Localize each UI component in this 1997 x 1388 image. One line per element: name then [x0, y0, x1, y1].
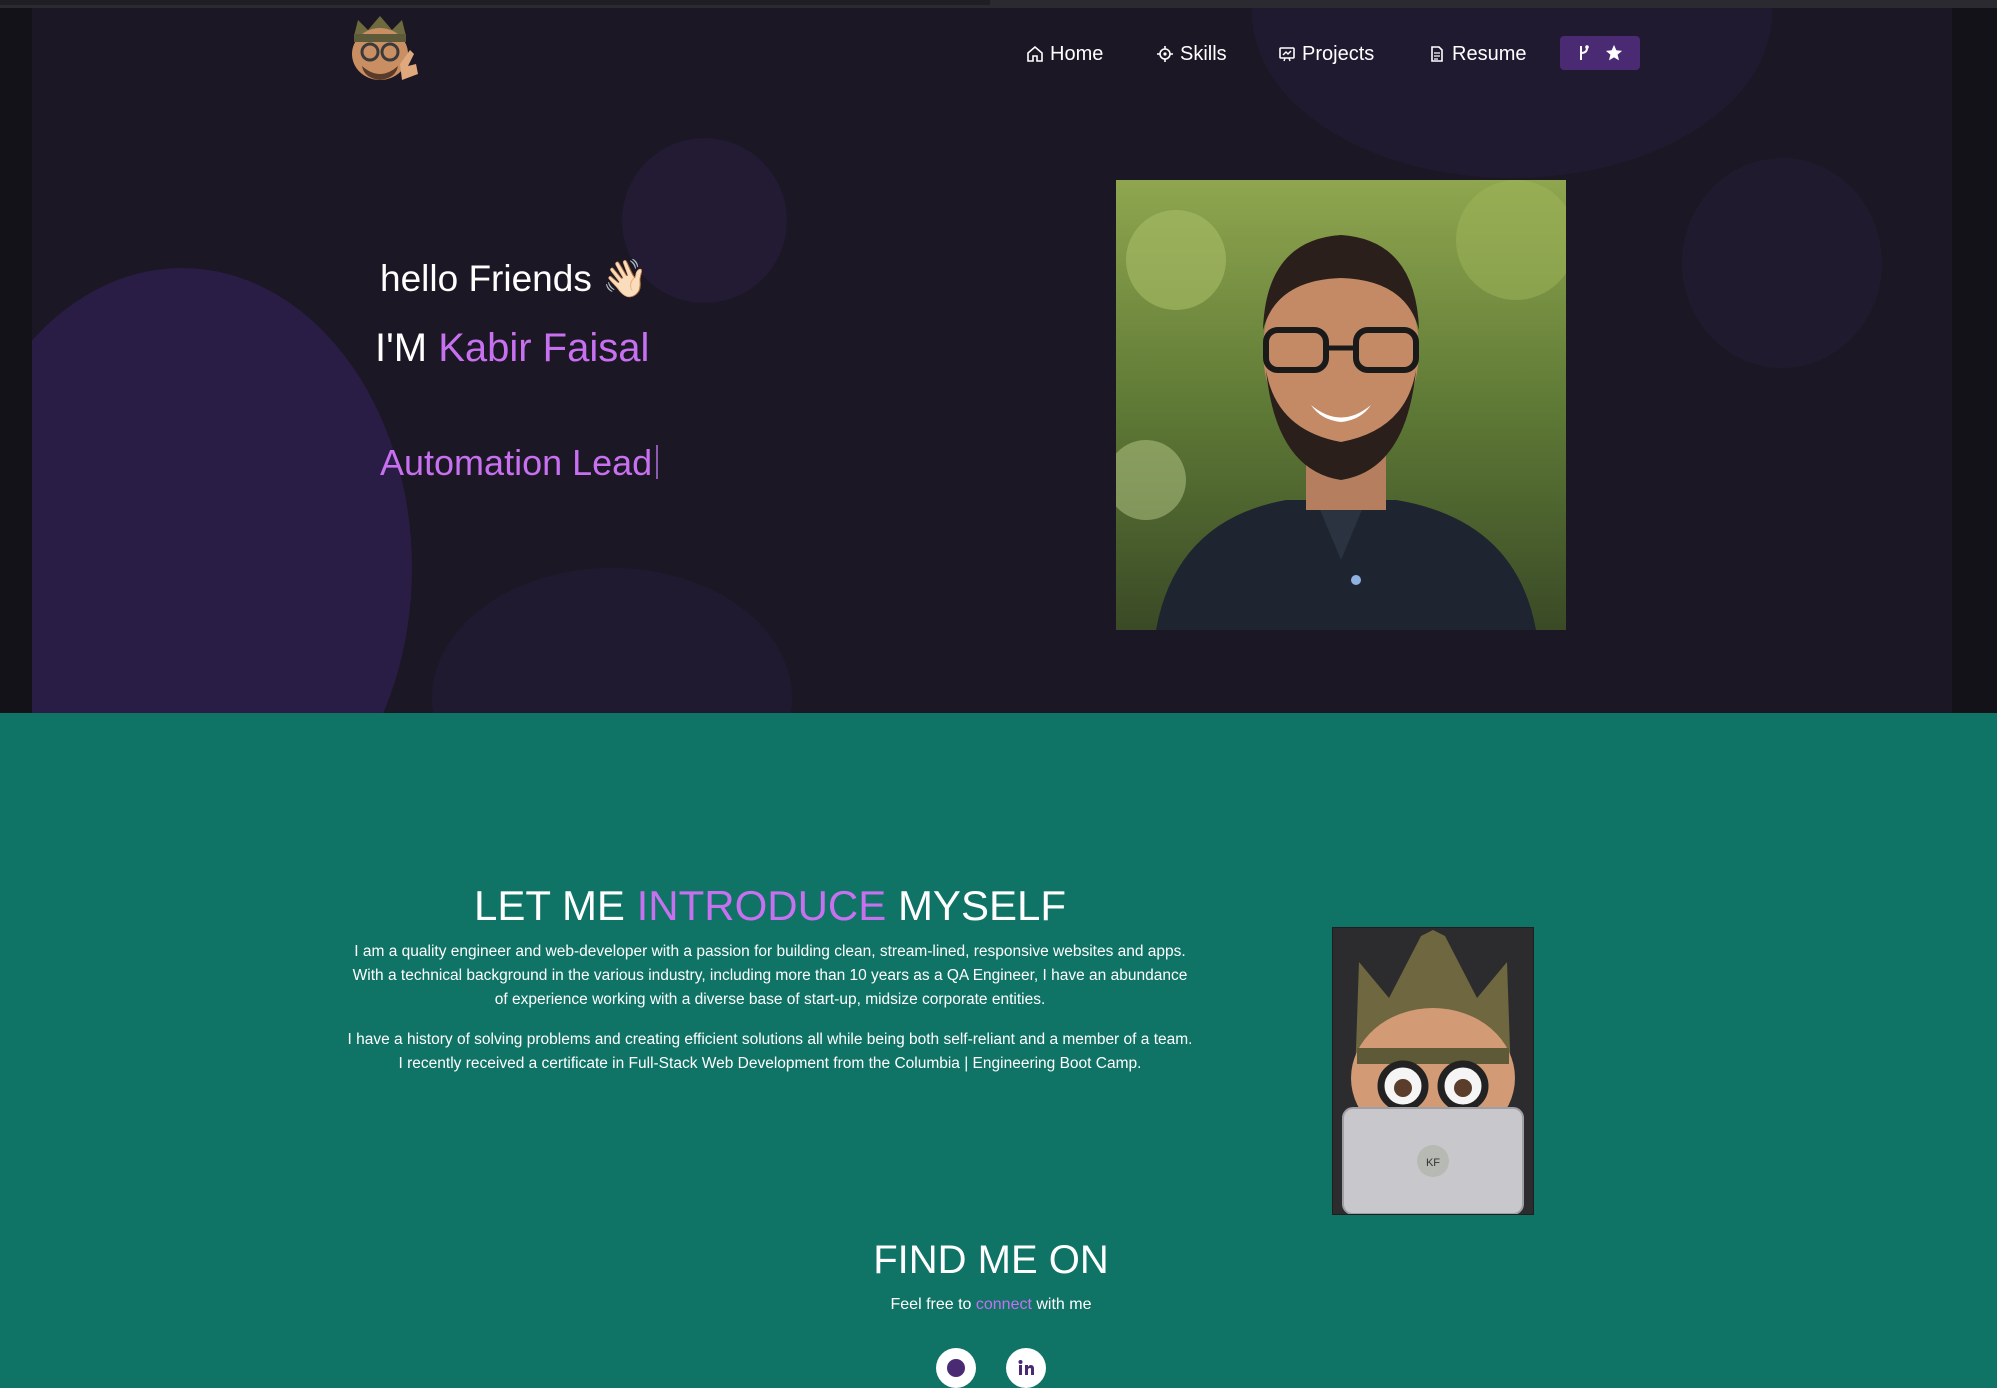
linkedin-icon	[1018, 1360, 1034, 1375]
skills-icon	[1157, 46, 1173, 62]
top-bar-segment	[0, 0, 990, 5]
find-me-subtitle: Feel free to connect with me	[0, 1296, 1982, 1314]
nav-skills[interactable]: Skills	[1156, 36, 1227, 72]
resume-icon	[1431, 46, 1443, 62]
nav-home-label: Home	[1050, 42, 1104, 65]
role-text: Automation Lead	[380, 442, 653, 483]
hero-section	[0, 8, 1997, 713]
top-navigation: Home Skills Projects Resume	[0, 36, 1997, 74]
greeting-text: hello Friends	[380, 258, 592, 299]
nav-skills-label: Skills	[1180, 42, 1227, 65]
intro-title-highlight: INTRODUCE	[636, 882, 887, 929]
home-icon	[1027, 45, 1043, 62]
background-blob	[1682, 158, 1882, 368]
hero-background	[32, 8, 1952, 713]
github-icon	[947, 1359, 965, 1377]
intro-title-part2: MYSELF	[886, 882, 1066, 929]
nav-home[interactable]: Home	[1026, 36, 1103, 72]
laptop-initials: KF	[1426, 1157, 1440, 1169]
fork-icon	[1580, 45, 1589, 60]
laptop-avatar: KF	[1332, 927, 1534, 1215]
typewriter-cursor	[656, 445, 659, 479]
hero-greeting: hello Friends 👋🏻	[380, 258, 648, 301]
intro-title: LET ME INTRODUCE MYSELF	[340, 882, 1200, 930]
hero-role: Automation Lead	[380, 442, 659, 484]
star-icon	[1605, 44, 1623, 61]
profile-photo	[1116, 180, 1566, 630]
background-blob	[432, 568, 792, 713]
nav-projects[interactable]: Projects	[1278, 36, 1374, 72]
github-star-button[interactable]	[1560, 36, 1640, 70]
projects-icon	[1279, 47, 1295, 62]
find-sub-prefix: Feel free to	[890, 1296, 976, 1313]
nav-resume-label: Resume	[1452, 42, 1527, 65]
nav-projects-label: Projects	[1302, 42, 1375, 65]
background-blob	[1252, 8, 1772, 178]
background-blob	[32, 268, 412, 713]
find-sub-suffix: with me	[1031, 1296, 1092, 1313]
nav-resume[interactable]: Resume	[1428, 36, 1526, 72]
intro-title-part1: LET ME	[474, 882, 637, 929]
find-me-title: FIND ME ON	[873, 1238, 1109, 1282]
intro-paragraph-1: I am a quality engineer and web-develope…	[352, 943, 1188, 1008]
linkedin-link[interactable]	[1006, 1348, 1046, 1388]
hero-name: Kabir Faisal	[438, 326, 650, 370]
wave-emoji: 👋🏻	[602, 258, 649, 299]
intro-paragraph-2: I have a history of solving problems and…	[347, 1031, 1193, 1072]
find-sub-highlight: connect	[975, 1296, 1032, 1313]
github-link[interactable]	[936, 1348, 976, 1388]
hero-name-line: I'M Kabir Faisal	[375, 326, 649, 371]
im-prefix: I'M	[375, 326, 439, 370]
